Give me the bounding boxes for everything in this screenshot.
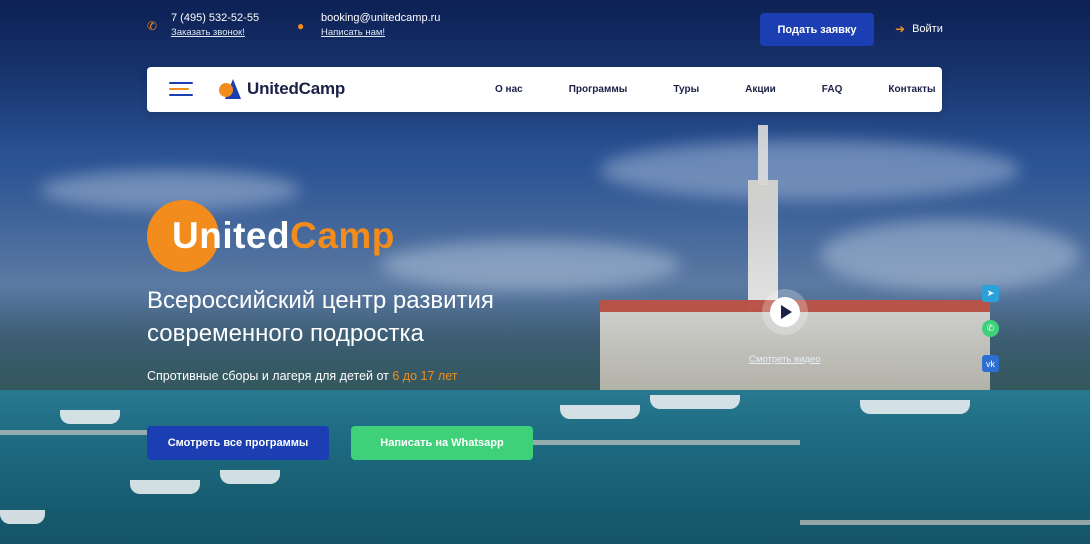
nav-item-contacts[interactable]: Контакты [888,84,935,95]
hero-logo: United Camp [147,200,395,272]
site-logo[interactable]: UnitedCamp [219,77,345,101]
hero-title: Всероссийский центр развития современног… [147,287,494,347]
age-range-highlight: 6 до 17 лет [392,369,458,383]
request-call-link[interactable]: Заказать звонок! [171,27,259,38]
watch-video-link[interactable]: Смотреть видео [749,354,820,365]
nav-item-promotions[interactable]: Акции [745,84,776,95]
whatsapp-icon[interactable]: ✆ [982,320,999,337]
main-navigation: UnitedCamp О нас Программы Туры Акции FA… [147,67,942,112]
play-video-icon[interactable] [770,297,800,327]
email-contact: ● booking@unitedcamp.ru Написать нам! [297,12,440,38]
apply-button[interactable]: Подать заявку [760,13,874,46]
logo-text: UnitedCamp [247,79,346,98]
nav-item-faq[interactable]: FAQ [822,84,843,95]
write-us-link[interactable]: Написать нам! [321,27,440,38]
chat-icon: ● [297,19,305,33]
hero-subtitle-text: Спротивные сборы и лагеря для детей от [147,369,393,383]
nav-item-programs[interactable]: Программы [569,84,628,95]
nav-item-tours[interactable]: Туры [673,84,699,95]
login-label: Войти [912,23,943,35]
nav-item-about[interactable]: О нас [495,84,523,95]
top-contact-bar: ✆ 7 (495) 532-52-55 Заказать звонок! ● b… [147,12,943,48]
hero-subtitle: Спротивные сборы и лагеря для детей от 6… [147,369,457,383]
phone-icon: ✆ [147,19,158,33]
view-programs-button[interactable]: Смотреть все программы [147,426,329,460]
telegram-icon[interactable]: ➤ [982,285,999,302]
whatsapp-button[interactable]: Написать на Whatsapp [351,426,533,460]
login-link[interactable]: ➜ Войти [895,22,943,36]
hamburger-menu-icon[interactable] [169,82,193,98]
nav-menu: О нас Программы Туры Акции FAQ Контакты [495,67,936,112]
hero-logo-camp: Camp [290,215,395,256]
email-address[interactable]: booking@unitedcamp.ru [321,12,440,24]
vk-icon[interactable]: vk [982,355,999,372]
phone-number[interactable]: 7 (495) 532-52-55 [171,12,259,24]
phone-contact: ✆ 7 (495) 532-52-55 Заказать звонок! [147,12,259,38]
hero-logo-united: United [172,215,291,256]
logo-mark-icon [219,77,241,101]
login-icon: ➜ [895,22,906,36]
